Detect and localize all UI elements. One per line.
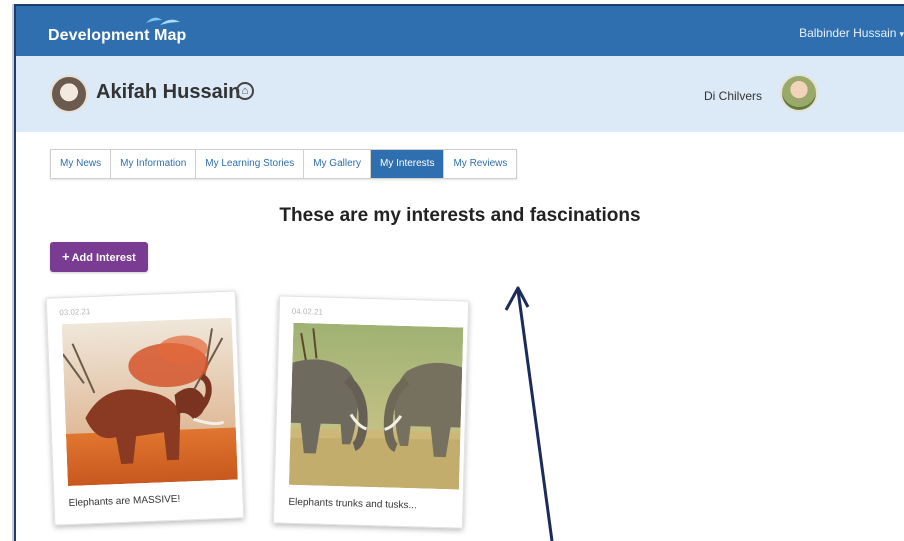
app-window: Development Map Balbinder Hussain ▾ Akifa… bbox=[14, 4, 904, 541]
child-avatar bbox=[50, 75, 88, 113]
tab-my-interests[interactable]: My Interests bbox=[371, 150, 445, 178]
card-date: 04.02.21 bbox=[291, 306, 324, 317]
page-title: These are my interests and fascinations bbox=[279, 205, 641, 226]
teacher-avatar bbox=[780, 74, 818, 112]
add-interest-label: Add Interest bbox=[71, 252, 136, 264]
card-caption: Elephants are MASSIVE! bbox=[68, 493, 181, 509]
tab-my-information[interactable]: My Information bbox=[111, 150, 197, 178]
user-name: Balbinder Hussain bbox=[799, 26, 897, 40]
profile-header: Akifah Hussain ⌂ Di Chilvers bbox=[16, 56, 904, 132]
top-navbar: Development Map Balbinder Hussain ▾ bbox=[16, 6, 904, 56]
tab-my-reviews[interactable]: My Reviews bbox=[444, 150, 517, 178]
user-menu-dropdown[interactable]: Balbinder Hussain ▾ bbox=[799, 26, 904, 40]
profile-tabs: My News My Information My Learning Stori… bbox=[50, 149, 518, 179]
tab-my-news[interactable]: My News bbox=[51, 150, 112, 178]
annotation-arrow-icon bbox=[504, 286, 554, 541]
teacher-name: Di Chilvers bbox=[703, 89, 762, 103]
interest-card[interactable]: 03.02.21 Elephants are MASSIVE! bbox=[45, 290, 245, 526]
caret-down-icon: ▾ bbox=[899, 29, 904, 39]
logo-drops-icon bbox=[146, 17, 180, 25]
card-date: 03.02.21 bbox=[59, 307, 91, 318]
interest-card[interactable]: 04.02.21 Elephants trunks and tusks... bbox=[272, 295, 470, 529]
elephant-dust-photo bbox=[61, 317, 238, 487]
elephants-trunks-photo bbox=[288, 322, 464, 490]
child-name: Akifah Hussain bbox=[96, 81, 241, 103]
tab-my-gallery[interactable]: My Gallery bbox=[304, 150, 371, 178]
home-icon[interactable]: ⌂ bbox=[236, 82, 254, 100]
tab-my-learning-stories[interactable]: My Learning Stories bbox=[196, 150, 305, 178]
plus-icon: + bbox=[62, 249, 70, 264]
add-interest-button[interactable]: + Add Interest bbox=[50, 242, 148, 272]
card-caption: Elephants trunks and tusks... bbox=[288, 496, 417, 512]
